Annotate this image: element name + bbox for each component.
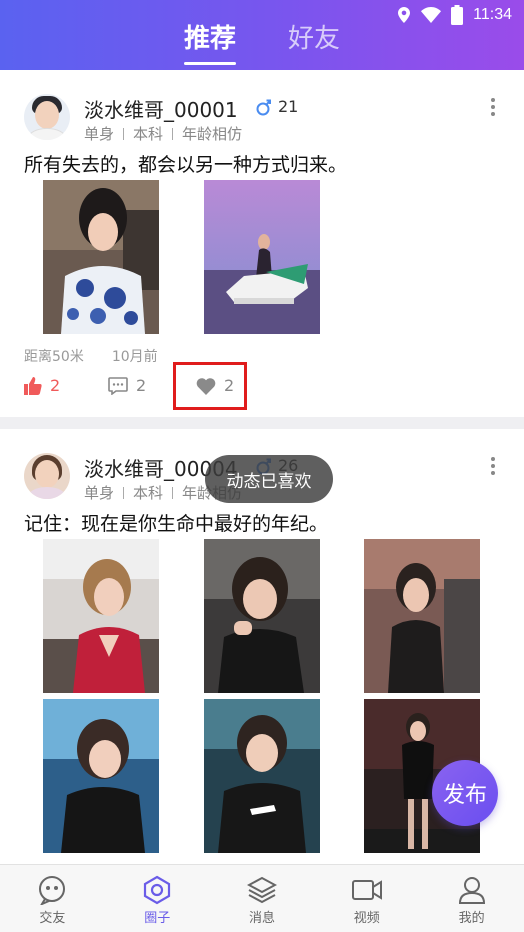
- chat-bubble-icon: [39, 876, 66, 905]
- favorite-highlight-box: [173, 362, 247, 410]
- post-photo[interactable]: [204, 180, 320, 334]
- nav-item-video[interactable]: 视频: [314, 865, 419, 932]
- layers-icon: [246, 876, 277, 904]
- nav-item-circle[interactable]: 圈子: [105, 865, 210, 932]
- post-text: 记住：现在是你生命中最好的年纪。: [24, 513, 329, 535]
- comment-button[interactable]: 2: [108, 376, 146, 395]
- post-photo[interactable]: [43, 180, 159, 334]
- thumbs-up-icon: [24, 376, 42, 395]
- tag-education: 本科: [133, 484, 164, 502]
- bottom-nav: 交友 圈子 消息 视频 我的: [0, 864, 524, 932]
- post-card: 淡水维哥_00001 21 单身 本科 年龄相仿 所有失去的，都会以另一种方式归…: [0, 70, 524, 417]
- tag-divider: [172, 486, 174, 499]
- like-button[interactable]: 2: [24, 376, 60, 395]
- post-photo[interactable]: [204, 539, 320, 693]
- tag-divider: [172, 127, 174, 140]
- tag-single: 单身: [84, 125, 115, 143]
- post-photo[interactable]: [43, 699, 159, 853]
- tag-divider: [123, 486, 125, 499]
- post-text: 所有失去的，都会以另一种方式归来。: [24, 154, 348, 176]
- comment-icon: [108, 376, 128, 395]
- tag-single: 单身: [84, 484, 115, 502]
- post-photo[interactable]: [43, 539, 159, 693]
- top-header: 11:34 推荐 好友: [0, 0, 524, 70]
- feed-tabs: 推荐 好友: [0, 18, 524, 65]
- nav-label: 我的: [458, 911, 485, 926]
- gender-age-badge: 21: [256, 97, 298, 116]
- avatar[interactable]: [24, 94, 70, 140]
- publish-button[interactable]: 发布: [432, 760, 498, 826]
- username[interactable]: 淡水维哥_00001: [84, 94, 238, 123]
- post-photo[interactable]: [364, 539, 480, 693]
- tab-recommend[interactable]: 推荐: [183, 18, 237, 65]
- male-icon: [256, 99, 271, 115]
- post-meta: 距离50米 10月前: [24, 346, 158, 366]
- tag-education: 本科: [133, 125, 164, 143]
- nav-label: 圈子: [144, 911, 171, 926]
- post-photo[interactable]: [204, 699, 320, 853]
- hexagon-icon: [144, 875, 171, 905]
- video-camera-icon: [351, 880, 382, 900]
- tag-divider: [123, 127, 125, 140]
- user-icon: [458, 877, 485, 904]
- nav-label: 消息: [248, 911, 275, 926]
- nav-label: 视频: [353, 911, 380, 926]
- more-options-icon[interactable]: [490, 98, 496, 116]
- nav-label: 交友: [39, 911, 66, 926]
- post-time: 10月前: [111, 349, 158, 365]
- tag-age-match: 年龄相仿: [182, 125, 243, 143]
- comment-count: 2: [136, 376, 147, 395]
- nav-item-me[interactable]: 我的: [419, 865, 524, 932]
- nav-item-make-friends[interactable]: 交友: [0, 865, 105, 932]
- like-count: 2: [50, 376, 61, 395]
- user-tags: 单身 本科 年龄相仿: [84, 123, 242, 144]
- distance-label: 距离50米: [24, 349, 84, 365]
- nav-item-messages[interactable]: 消息: [210, 865, 315, 932]
- avatar[interactable]: [24, 453, 70, 499]
- more-options-icon[interactable]: [490, 457, 496, 475]
- toast-message: 动态已喜欢: [205, 455, 333, 503]
- tab-friends[interactable]: 好友: [288, 18, 340, 65]
- age-label: 21: [278, 97, 299, 116]
